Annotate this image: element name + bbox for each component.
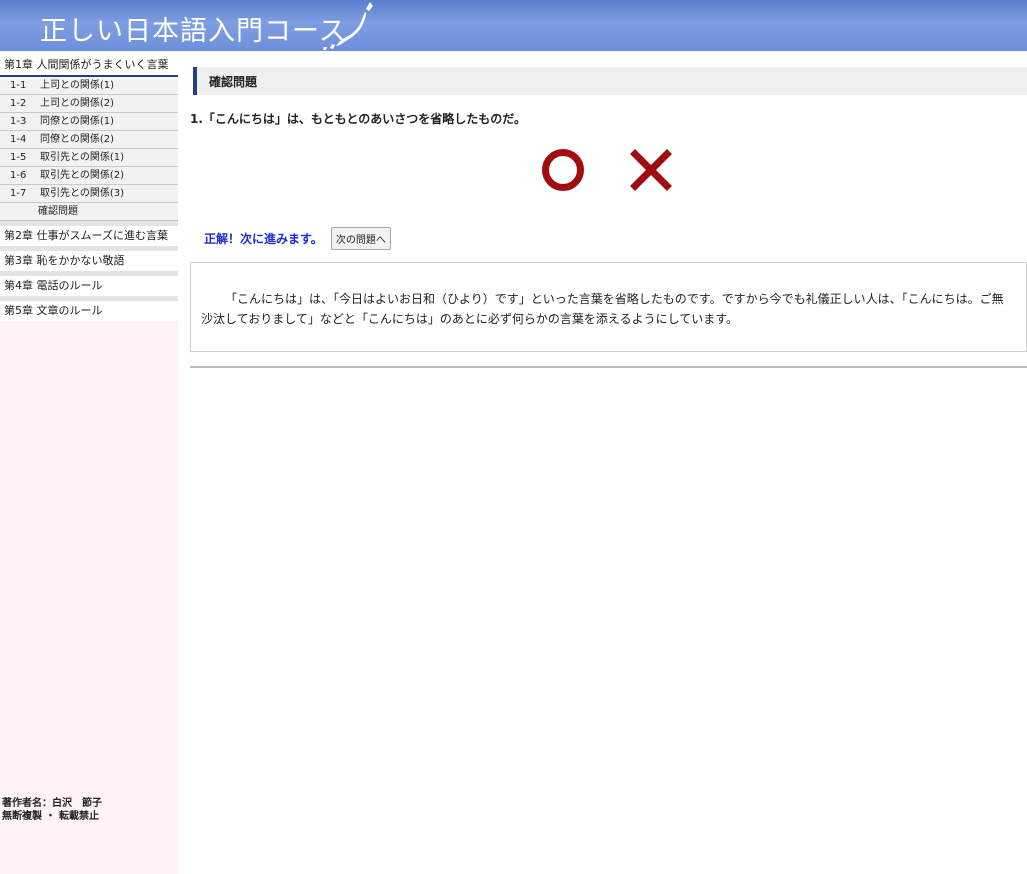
sidebar-chapter-5[interactable]: 第5章 文章のルール (0, 296, 178, 321)
course-title: 正しい日本語入門コース (40, 16, 347, 47)
chapter-1-lesson-list: 1-1 上司との関係(1) 1-2 上司との関係(2) 1-3 同僚との関係(1) 1… (0, 77, 178, 221)
lesson-number: 1-2 (10, 98, 27, 109)
quiz-question: 1.「こんにちは」は、もともとのあいさつを省略したものだ。 (190, 112, 526, 126)
lesson-label: 取引先との関係(1) (40, 152, 125, 163)
sidebar-item-1-4[interactable]: 1-4 同僚との関係(2) (0, 131, 178, 149)
japan-map-icon (323, 2, 373, 50)
sidebar-item-1-3[interactable]: 1-3 同僚との関係(1) (0, 113, 178, 131)
lesson-number: 1-1 (10, 80, 27, 91)
sidebar-chapter-3[interactable]: 第3章 恥をかかない敬語 (0, 246, 178, 271)
lesson-label: 取引先との関係(2) (40, 170, 125, 181)
result-message: 正解！次に進みます。 (204, 232, 323, 246)
lesson-number: 1-6 (10, 170, 27, 181)
circle-icon[interactable] (542, 149, 584, 191)
sidebar-item-review-quiz[interactable]: 確認問題 (0, 203, 178, 221)
section-header: 確認問題 (193, 67, 1027, 95)
lesson-label: 上司との関係(1) (40, 80, 115, 91)
result-row: 正解！次に進みます。 次の問題へ (204, 227, 391, 251)
lesson-label: 上司との関係(2) (40, 98, 115, 109)
lesson-number: 1-3 (10, 116, 27, 127)
sidebar-chapter-4[interactable]: 第4章 電話のルール (0, 271, 178, 296)
sidebar-item-1-5[interactable]: 1-5 取引先との関係(1) (0, 149, 178, 167)
cross-icon[interactable] (629, 148, 673, 192)
next-question-button[interactable]: 次の問題へ (330, 227, 391, 250)
divider (190, 366, 1027, 368)
lesson-number: 1-4 (10, 134, 27, 145)
explanation-text: 「こんにちは」は、「今日はよいお日和（ひより）です」といった言葉を省略したもので… (201, 292, 1004, 326)
lesson-number: 1-7 (10, 188, 27, 199)
sidebar-chapter-1[interactable]: 第1章 人間関係がうまくいく言葉 (0, 51, 178, 77)
footer-credit: 著作者名：白沢 節子 無断複製 ・ 転載禁止 (2, 797, 102, 823)
lesson-number: 1-5 (10, 152, 27, 163)
answer-choices (542, 148, 672, 194)
author-credit: 著作者名：白沢 節子 (2, 798, 102, 809)
sidebar-item-1-7[interactable]: 1-7 取引先との関係(3) (0, 185, 178, 203)
copyright-notice: 無断複製 ・ 転載禁止 (2, 811, 99, 822)
lesson-label: 同僚との関係(1) (40, 116, 115, 127)
lesson-label: 同僚との関係(2) (40, 134, 115, 145)
sidebar-chapter-2[interactable]: 第2章 仕事がスムーズに進む言葉 (0, 221, 178, 246)
header-banner: 正しい日本語入門コース (0, 0, 1027, 51)
sidebar-item-1-2[interactable]: 1-2 上司との関係(2) (0, 95, 178, 113)
lesson-label: 取引先との関係(3) (40, 188, 125, 199)
sidebar-item-1-6[interactable]: 1-6 取引先との関係(2) (0, 167, 178, 185)
explanation-box: 「こんにちは」は、「今日はよいお日和（ひより）です」といった言葉を省略したもので… (190, 262, 1027, 352)
section-title: 確認問題 (209, 75, 258, 89)
sidebar-nav: 第1章 人間関係がうまくいく言葉 1-1 上司との関係(1) 1-2 上司との関係(… (0, 51, 178, 874)
sidebar-item-1-1[interactable]: 1-1 上司との関係(1) (0, 77, 178, 95)
